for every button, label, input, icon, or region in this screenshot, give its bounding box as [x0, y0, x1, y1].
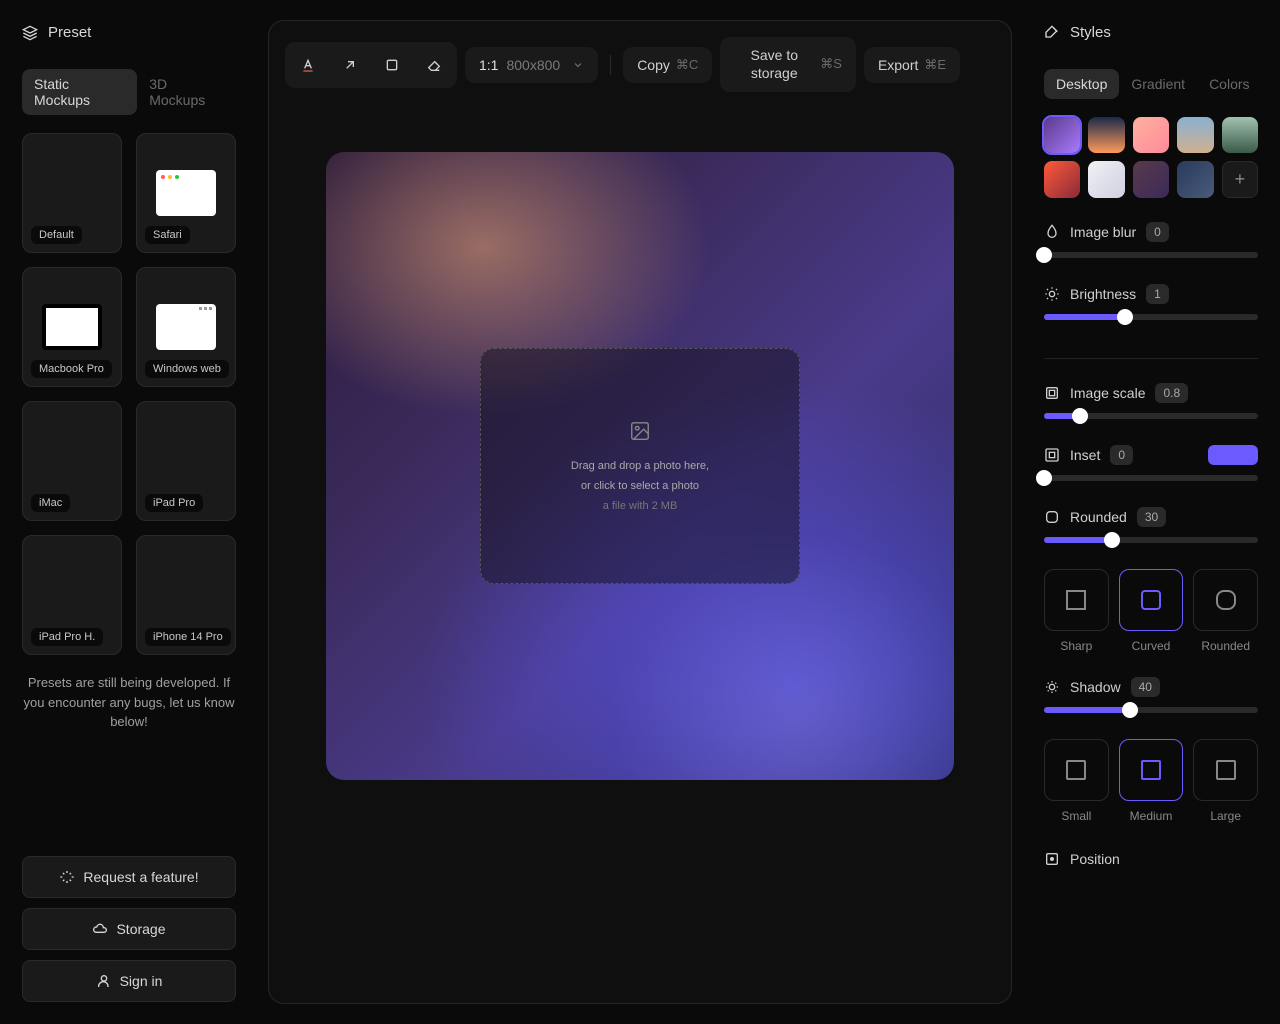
sign-in-button[interactable]: Sign in: [22, 960, 236, 1002]
divider: [1044, 358, 1258, 359]
brightness-row: Brightness 1: [1044, 284, 1258, 304]
scale-icon: [1044, 385, 1060, 401]
request-feature-button[interactable]: Request a feature!: [22, 856, 236, 898]
position-row: Position: [1044, 851, 1258, 867]
divider: [610, 55, 611, 75]
rounded-row: Rounded 30: [1044, 507, 1258, 527]
save-to-storage-button[interactable]: Save to storage ⌘S: [720, 37, 856, 92]
rounded-icon: [1044, 509, 1060, 525]
arrow-icon: [342, 57, 358, 73]
add-bg-button[interactable]: +: [1222, 161, 1258, 197]
preset-ipad-pro-h[interactable]: iPad Pro H.: [22, 535, 122, 655]
sun-icon: [1044, 286, 1060, 302]
dropzone[interactable]: Drag and drop a photo here, or click to …: [480, 348, 800, 584]
bg-thumbs: +: [1044, 117, 1258, 198]
shadow-medium[interactable]: [1119, 739, 1184, 801]
styles-header: Styles: [1044, 24, 1258, 41]
preset-ipad-pro[interactable]: iPad Pro: [136, 401, 236, 521]
shadow-options: Small Medium Large: [1044, 739, 1258, 823]
canvas[interactable]: Drag and drop a photo here, or click to …: [326, 152, 954, 780]
rounded-slider[interactable]: [1044, 537, 1258, 543]
image-blur-row: Image blur 0: [1044, 222, 1258, 242]
toolbar: 1:1 800x800 Copy ⌘C Save to storage ⌘S E…: [285, 37, 995, 92]
rounded-curved[interactable]: [1119, 569, 1184, 631]
ratio-select[interactable]: 1:1 800x800: [465, 47, 598, 83]
inset-icon: [1044, 447, 1060, 463]
export-button[interactable]: Export ⌘E: [864, 47, 960, 83]
rounded-rounded[interactable]: [1193, 569, 1258, 631]
bg-thumb-6[interactable]: [1088, 161, 1124, 197]
rounded-sharp[interactable]: [1044, 569, 1109, 631]
preset-imac[interactable]: iMac: [22, 401, 122, 521]
preset-title: Preset: [48, 24, 91, 41]
right-sidebar: Styles Desktop Gradient Colors + Image b…: [1022, 0, 1280, 1024]
arrow-tool[interactable]: [331, 46, 369, 84]
bg-thumb-8[interactable]: [1177, 161, 1213, 197]
copy-button[interactable]: Copy ⌘C: [623, 47, 712, 83]
preset-note: Presets are still being developed. If yo…: [22, 673, 236, 732]
shadow-row: Shadow 40: [1044, 677, 1258, 697]
shadow-small[interactable]: [1044, 739, 1109, 801]
storage-button[interactable]: Storage: [22, 908, 236, 950]
preset-windows-web[interactable]: Windows web: [136, 267, 236, 387]
image-scale-slider[interactable]: [1044, 413, 1258, 419]
bg-thumb-2[interactable]: [1133, 117, 1169, 153]
layers-icon: [22, 25, 38, 41]
droplet-icon: [1044, 224, 1060, 240]
preset-header: Preset: [22, 24, 236, 41]
tab-gradient[interactable]: Gradient: [1119, 69, 1197, 99]
preset-macbook-pro[interactable]: Macbook Pro: [22, 267, 122, 387]
text-tool[interactable]: [289, 46, 327, 84]
text-color-icon: [300, 57, 316, 73]
sparkle-icon: [59, 869, 75, 885]
shadow-slider[interactable]: [1044, 707, 1258, 713]
preset-safari[interactable]: Safari: [136, 133, 236, 253]
image-scale-row: Image scale 0.8: [1044, 383, 1258, 403]
preset-default[interactable]: Default: [22, 133, 122, 253]
tab-static-mockups[interactable]: Static Mockups: [22, 69, 137, 115]
canvas-wrap: Drag and drop a photo here, or click to …: [285, 152, 995, 987]
bg-thumb-3[interactable]: [1177, 117, 1213, 153]
position-icon: [1044, 851, 1060, 867]
image-blur-slider[interactable]: [1044, 252, 1258, 258]
bg-thumb-5[interactable]: [1044, 161, 1080, 197]
inset-slider[interactable]: [1044, 475, 1258, 481]
preset-grid: Default Safari Macbook Pro Windows web i…: [22, 133, 236, 655]
bg-thumb-1[interactable]: [1088, 117, 1124, 153]
shape-tool[interactable]: [373, 46, 411, 84]
preset-iphone-14-pro[interactable]: iPhone 14 Pro: [136, 535, 236, 655]
image-icon: [629, 420, 651, 442]
bg-thumb-7[interactable]: [1133, 161, 1169, 197]
inset-color-swatch[interactable]: [1208, 445, 1258, 465]
preset-tabs: Static Mockups 3D Mockups: [22, 69, 236, 115]
chevron-down-icon: [572, 59, 584, 71]
tab-desktop[interactable]: Desktop: [1044, 69, 1119, 99]
main-card: 1:1 800x800 Copy ⌘C Save to storage ⌘S E…: [268, 20, 1012, 1004]
rounded-options: Sharp Curved Rounded: [1044, 569, 1258, 653]
brightness-slider[interactable]: [1044, 314, 1258, 320]
cloud-icon: [92, 921, 108, 937]
tool-group: [285, 42, 457, 88]
tab-colors[interactable]: Colors: [1197, 69, 1261, 99]
tab-3d-mockups[interactable]: 3D Mockups: [137, 69, 236, 115]
square-icon: [384, 57, 400, 73]
left-sidebar: Preset Static Mockups 3D Mockups Default…: [0, 0, 258, 1024]
paint-icon: [1044, 25, 1060, 41]
bg-thumb-0[interactable]: [1044, 117, 1080, 153]
eraser-icon: [426, 57, 442, 73]
shadow-large[interactable]: [1193, 739, 1258, 801]
main-area: 1:1 800x800 Copy ⌘C Save to storage ⌘S E…: [258, 0, 1022, 1024]
eraser-tool[interactable]: [415, 46, 453, 84]
inset-row: Inset 0: [1044, 445, 1258, 465]
user-icon: [96, 973, 112, 989]
bg-thumb-4[interactable]: [1222, 117, 1258, 153]
shadow-icon: [1044, 679, 1060, 695]
style-tabs: Desktop Gradient Colors: [1044, 69, 1258, 99]
